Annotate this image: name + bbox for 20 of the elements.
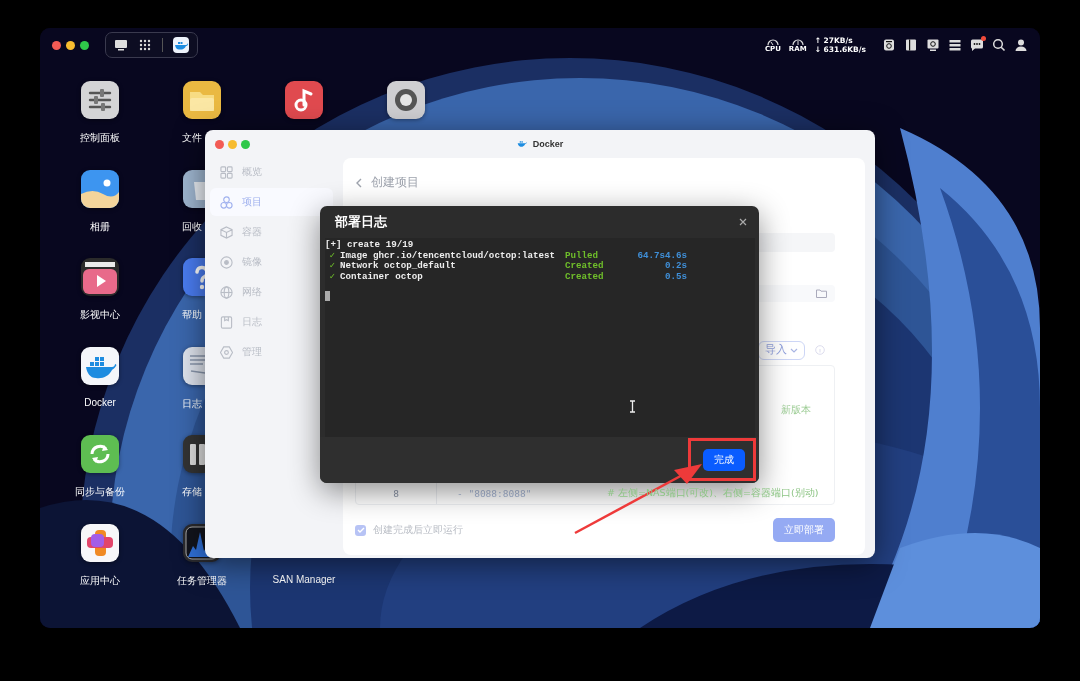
code-comment: 新版本: [781, 404, 811, 418]
line-number: 8: [392, 487, 400, 499]
log-line: Container octop: [340, 271, 424, 282]
checkbox-label: 创建完成后立即运行: [373, 523, 463, 538]
log-status: Created: [565, 261, 605, 272]
log-time: 64.7s4.6s: [636, 250, 687, 261]
check-mark: ✓: [328, 271, 335, 282]
code-text: - "8088:8088": [457, 487, 533, 499]
log-line: Image ghcr.io/tencentcloud/octop:latest: [340, 250, 557, 261]
log-time: 0.5s: [663, 271, 687, 282]
log-status: Created: [565, 271, 605, 282]
log-line: Network octop_default: [340, 261, 457, 272]
check-mark: ✓: [328, 261, 335, 272]
log-line: [+] create 19/19: [325, 240, 414, 251]
dialog-title: 部署日志: [335, 213, 387, 231]
window-title: Docker: [532, 139, 564, 149]
page-title: 创建项目: [371, 174, 419, 192]
check-mark: ✓: [328, 250, 335, 261]
log-time: 0.2s: [663, 261, 687, 272]
log-status: Pulled: [565, 250, 600, 261]
